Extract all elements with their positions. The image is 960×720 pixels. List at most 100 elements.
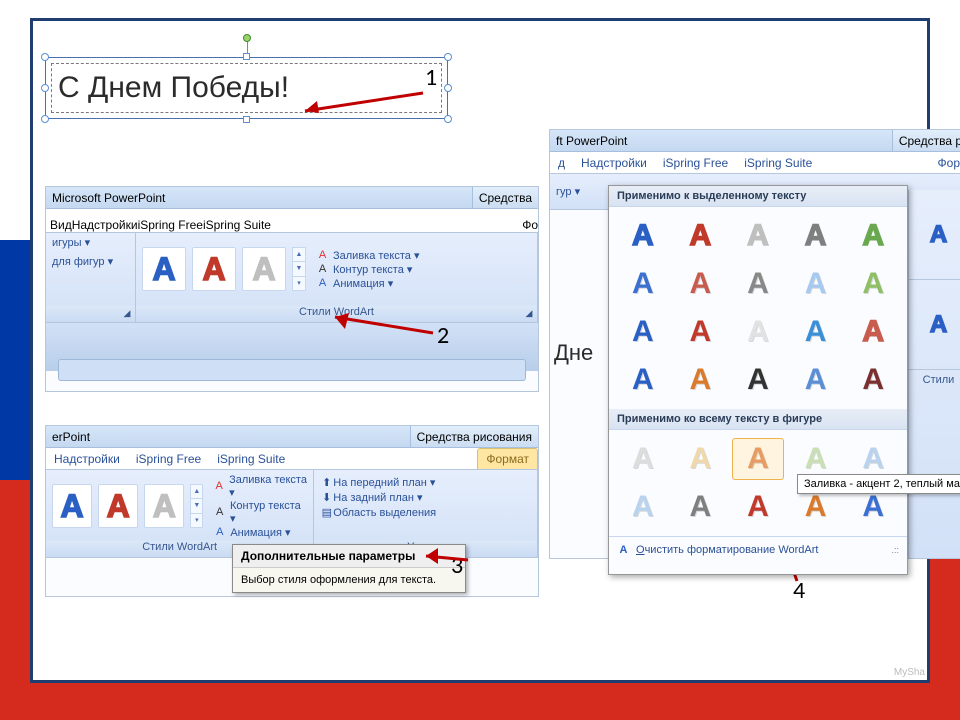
wordart-style-option[interactable]: A	[675, 311, 727, 353]
tab-ispring-free[interactable]: iSpring Free	[128, 449, 209, 469]
textbox-content-area[interactable]: С Днем Победы!	[51, 63, 442, 113]
wordart-style-option[interactable]: A	[617, 311, 669, 353]
resize-handle[interactable]	[41, 115, 49, 123]
text-outline-dropdown[interactable]: AКонтур текста ▾	[316, 263, 419, 276]
text-effects-dropdown[interactable]: AАнимация ▾	[316, 277, 419, 290]
slide-frame: С Днем Победы! 1 Microsoft PowerPoint Ср…	[30, 18, 930, 683]
group-label-partial: Стили	[909, 370, 960, 386]
wordart-style-option[interactable]: A	[790, 311, 842, 353]
resize-handle[interactable]	[444, 84, 452, 92]
text-fill-icon: A	[213, 480, 225, 493]
resize-handle[interactable]	[41, 84, 49, 92]
send-back-dropdown[interactable]: ⬇На задний план ▾	[320, 491, 531, 504]
rotate-handle[interactable]	[243, 34, 251, 42]
tab-ispring-suite[interactable]: iSpring Suite	[736, 153, 820, 173]
wordart-style-thumb[interactable]: A	[144, 484, 184, 528]
tab-format-partial[interactable]: Фор	[930, 153, 960, 173]
wordart-style-option[interactable]: A	[732, 438, 784, 480]
annotation-1: 1	[425, 63, 437, 92]
contextual-tab-label: Средства	[472, 187, 538, 208]
slide-text-behind: Дне	[554, 340, 593, 366]
tab-ispring-suite[interactable]: iSpring Suite	[203, 218, 271, 232]
dialog-launcher-icon[interactable]: .::	[891, 545, 899, 555]
resize-handle[interactable]	[444, 53, 452, 61]
resize-handle[interactable]	[243, 116, 250, 123]
wordart-style-option[interactable]: A	[732, 215, 784, 257]
wordart-style-thumb[interactable]: A	[142, 247, 186, 291]
contextual-tab-label: Средства р	[892, 130, 960, 151]
wordart-style-option[interactable]: A	[617, 263, 669, 305]
ribbon-tabs: Надстройки iSpring Free iSpring Suite Фо…	[46, 448, 538, 470]
send-back-icon: ⬇	[320, 491, 333, 504]
wordart-style-thumb[interactable]: A	[930, 311, 947, 339]
resize-handle[interactable]	[41, 53, 49, 61]
wordart-style-option[interactable]: A	[617, 215, 669, 257]
app-title-partial: erPoint	[52, 430, 90, 444]
text-effects-icon: A	[316, 277, 329, 290]
clear-formatting-button[interactable]: A Очистить форматирование WordArt .::	[609, 536, 907, 562]
tab-partial[interactable]: д	[550, 153, 573, 173]
wordart-style-option[interactable]: A	[675, 359, 727, 401]
wordart-style-thumb[interactable]: A	[930, 221, 947, 249]
wordart-style-option[interactable]: A	[617, 359, 669, 401]
dialog-launcher-icon[interactable]: ◢	[523, 307, 535, 319]
tab-format[interactable]: Формат	[477, 448, 538, 469]
tab-ispring-free[interactable]: iSpring Free	[655, 153, 736, 173]
tab-ispring-suite[interactable]: iSpring Suite	[209, 449, 293, 469]
wordart-style-thumb[interactable]: A	[52, 484, 92, 528]
tab-addins[interactable]: Надстройки	[46, 449, 128, 469]
wordart-style-option[interactable]: A	[675, 263, 727, 305]
selection-pane[interactable]: ▤Область выделения	[320, 506, 531, 519]
resize-handle[interactable]	[444, 115, 452, 123]
shapes-dropdown-partial[interactable]: гур ▾	[550, 185, 580, 198]
wordart-style-thumb[interactable]: A	[98, 484, 138, 528]
gallery-section-header: Применимо к выделенному тексту	[609, 186, 907, 207]
wordart-style-option[interactable]: A	[790, 215, 842, 257]
shapes-dropdown[interactable]: игуры ▾	[46, 233, 135, 252]
wordart-style-option[interactable]: A	[732, 359, 784, 401]
text-outline-dropdown[interactable]: AКонтур текста ▾	[213, 500, 307, 525]
text-outline-icon: A	[316, 263, 329, 276]
wordart-style-option[interactable]: A	[732, 311, 784, 353]
resize-handle[interactable]	[243, 53, 250, 60]
wordart-style-option[interactable]: A	[847, 263, 899, 305]
wordart-style-option[interactable]: A	[790, 263, 842, 305]
screenshot-4-gallery: ft PowerPoint Средства р д Надстройки iS…	[549, 129, 960, 559]
app-title-partial: ft PowerPoint	[556, 134, 627, 148]
tab-format-partial[interactable]: Фо	[522, 218, 538, 232]
wordart-style-option[interactable]: A	[847, 359, 899, 401]
tab-addins[interactable]: Надстройки	[72, 218, 138, 232]
selected-textbox[interactable]: С Днем Победы!	[45, 57, 448, 119]
wordart-style-option[interactable]: A	[847, 215, 899, 257]
text-fill-dropdown[interactable]: AЗаливка текста ▾	[316, 249, 419, 262]
wordart-style-option[interactable]: A	[675, 438, 727, 480]
wordart-style-option[interactable]: A	[790, 359, 842, 401]
text-effects-icon: A	[213, 526, 226, 539]
gallery-spinner[interactable]: ▲▼▾	[190, 484, 203, 528]
wordart-style-thumb[interactable]: A	[242, 247, 286, 291]
title-bar: ft PowerPoint Средства р	[550, 130, 960, 152]
text-effects-dropdown[interactable]: AАнимация ▾	[213, 526, 307, 539]
title-bar: erPoint Средства рисования	[46, 426, 538, 448]
wordart-style-option[interactable]: A	[732, 486, 784, 528]
text-fill-dropdown[interactable]: AЗаливка текста ▾	[213, 474, 307, 499]
credit-watermark: MySha	[894, 667, 925, 678]
dialog-launcher-icon[interactable]: ◢	[121, 307, 133, 319]
wordart-style-option[interactable]: A	[675, 215, 727, 257]
ribbon-tabs: Вид Надстройки iSpring Free iSpring Suit…	[46, 209, 538, 233]
bring-front-dropdown[interactable]: ⬆На передний план ▾	[320, 476, 531, 489]
shapes-group: игуры ▾ для фигур ▾ ◢	[46, 233, 136, 322]
tooltip-body: Выбор стиля оформления для текста.	[233, 568, 465, 592]
wordart-style-option[interactable]: A	[732, 263, 784, 305]
tab-ispring-free[interactable]: iSpring Free	[138, 218, 203, 232]
wordart-style-option[interactable]: A	[675, 486, 727, 528]
selection-pane-icon: ▤	[320, 506, 333, 519]
tab-addins[interactable]: Надстройки	[573, 153, 655, 173]
wordart-style-thumb[interactable]: A	[192, 247, 236, 291]
gallery-spinner[interactable]: ▲▼▾	[292, 247, 306, 291]
wordart-style-option[interactable]: A	[617, 438, 669, 480]
tab-view[interactable]: Вид	[50, 218, 72, 232]
wordart-style-option[interactable]: A	[847, 311, 899, 353]
wordart-style-option[interactable]: A	[617, 486, 669, 528]
shape-styles-dropdown[interactable]: для фигур ▾	[46, 252, 135, 271]
